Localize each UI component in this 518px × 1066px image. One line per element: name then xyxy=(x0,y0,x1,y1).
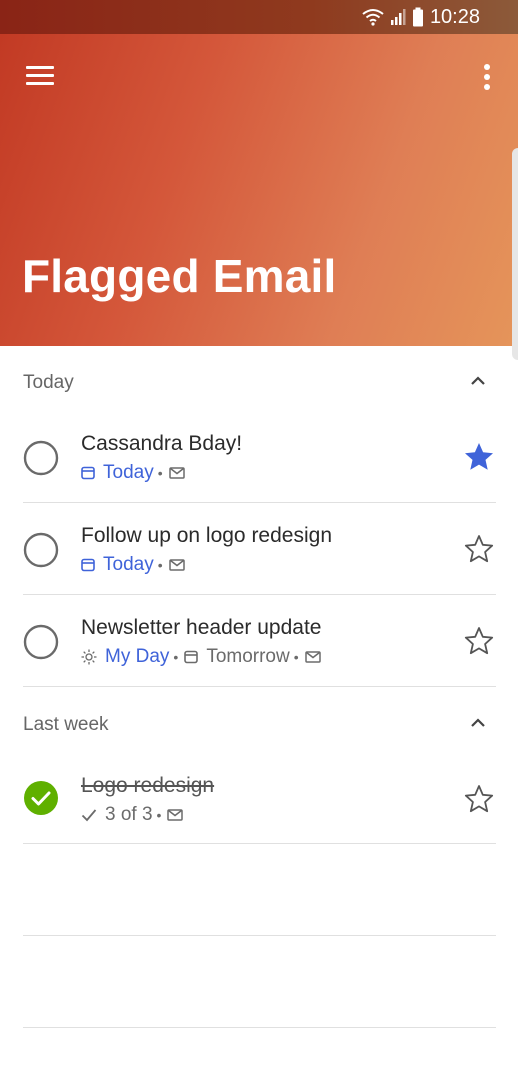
due-date-label: Tomorrow xyxy=(206,646,290,667)
empty-row-divider xyxy=(23,935,496,936)
task-meta: Today • xyxy=(81,462,193,484)
task-item[interactable]: Follow up on logo redesign Today • xyxy=(0,504,518,596)
meta-separator: • xyxy=(156,807,162,823)
due-date-label: Today xyxy=(103,554,154,575)
task-title: Cassandra Bday! xyxy=(81,432,243,455)
task-complete-toggle[interactable] xyxy=(23,440,59,476)
section-label: Last week xyxy=(23,714,109,735)
signal-icon xyxy=(390,9,406,25)
task-item[interactable]: Logo redesign 3 of 3 • xyxy=(0,752,518,844)
section-header-today[interactable]: Today xyxy=(0,350,518,410)
status-bar: 10:28 xyxy=(0,0,518,34)
star-outline-icon[interactable] xyxy=(462,782,496,816)
empty-row-divider xyxy=(23,1027,496,1028)
star-filled-icon[interactable] xyxy=(462,440,496,474)
meta-separator: • xyxy=(157,557,163,573)
task-meta: 3 of 3 • xyxy=(81,804,191,826)
star-outline-icon[interactable] xyxy=(462,624,496,658)
status-icons: 10:28 xyxy=(362,6,480,28)
task-title: Logo redesign xyxy=(81,774,215,797)
meta-separator: • xyxy=(293,649,299,665)
meta-separator: • xyxy=(173,649,179,665)
task-complete-toggle[interactable] xyxy=(23,624,59,660)
completed-check-icon[interactable] xyxy=(23,780,59,816)
more-vertical-icon[interactable] xyxy=(476,62,498,92)
mail-icon xyxy=(168,559,185,571)
chevron-up-icon[interactable] xyxy=(466,370,490,392)
task-title: Newsletter header update xyxy=(81,616,322,639)
calendar-icon xyxy=(184,650,199,664)
edge-panel-handle[interactable] xyxy=(512,148,518,360)
status-time: 10:28 xyxy=(429,5,480,28)
calendar-icon xyxy=(81,466,95,480)
list-header: Flagged Email xyxy=(0,34,518,346)
task-item[interactable]: Cassandra Bday! Today • xyxy=(0,412,518,504)
hamburger-icon[interactable] xyxy=(24,64,58,88)
mail-icon xyxy=(304,651,321,663)
due-date-label: Today xyxy=(103,462,154,483)
star-outline-icon[interactable] xyxy=(462,532,496,566)
task-title: Follow up on logo redesign xyxy=(81,524,332,547)
section-label: Today xyxy=(23,372,74,393)
divider xyxy=(23,686,496,687)
mail-icon xyxy=(168,467,185,479)
mail-icon xyxy=(167,809,184,821)
wifi-icon xyxy=(362,9,384,26)
page-title: Flagged Email xyxy=(22,250,337,302)
sun-icon xyxy=(81,649,97,665)
divider xyxy=(23,594,496,595)
chevron-up-icon[interactable] xyxy=(466,712,490,734)
task-complete-toggle[interactable] xyxy=(23,532,59,568)
meta-separator: • xyxy=(157,465,163,481)
check-icon xyxy=(81,809,97,822)
task-meta: Today • xyxy=(81,554,193,576)
steps-count: 3 of 3 xyxy=(105,804,153,825)
task-meta: My Day • Tomorrow • xyxy=(81,646,329,668)
calendar-icon xyxy=(81,558,95,572)
section-header-last-week[interactable]: Last week xyxy=(0,692,518,752)
divider xyxy=(23,502,496,503)
my-day-label: My Day xyxy=(105,646,170,667)
task-item[interactable]: Newsletter header update My Day • Tomorr… xyxy=(0,596,518,688)
divider xyxy=(23,843,496,844)
battery-icon xyxy=(412,7,423,27)
